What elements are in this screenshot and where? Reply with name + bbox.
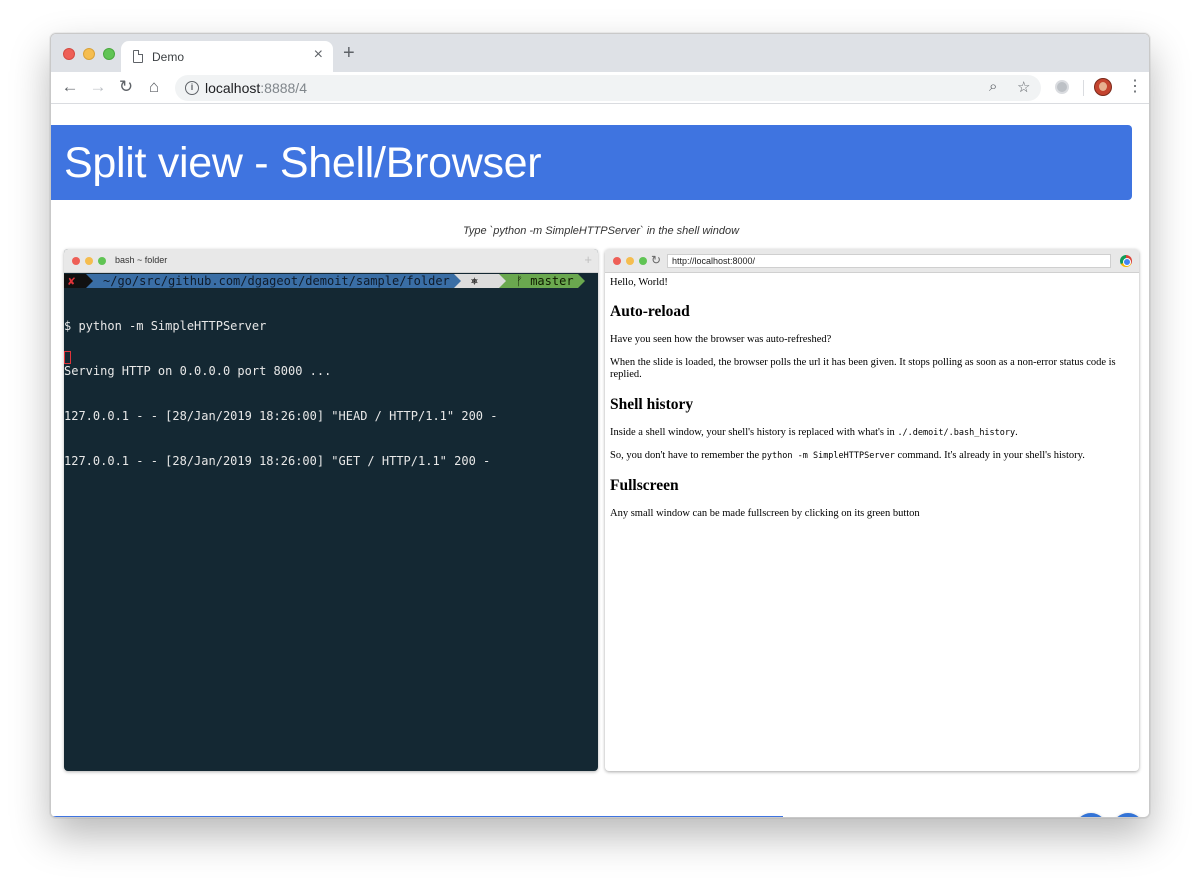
inline-code: ./.demoit/.bash_history [897,428,1016,438]
browser-window: Demo × + ← → ↻ ⌂ i localhost:8888/4 ⌕ ☆ … [50,33,1150,818]
prompt-separator [498,274,506,288]
maximize-window-button[interactable] [103,48,115,60]
slide-page: Split view - Shell/Browser Type `python … [51,105,1149,817]
embedded-reload-icon[interactable]: ↻ [651,253,661,267]
shell-line: Serving HTTP on 0.0.0.0 port 8000 ... [64,364,332,378]
shell-output: $ python -m SimpleHTTPServer Serving HTT… [64,289,497,499]
extension-icon[interactable] [1055,80,1069,94]
shell-prompt: ✘ ~/go/src/github.com/dgageot/demoit/sam… [64,274,585,288]
embedded-fullscreen-button[interactable] [639,257,647,265]
address-url[interactable]: localhost:8888/4 [205,80,307,96]
browser-toolbar: ← → ↻ ⌂ i localhost:8888/4 ⌕ ☆ ⋮ [51,72,1149,104]
heading-fullscreen: Fullscreen [610,477,679,494]
prompt-separator [86,274,93,288]
toolbar-divider [1083,80,1084,96]
inline-code: python -m SimpleHTTPServer [761,451,895,461]
zoom-icon[interactable]: ⌕ [989,78,997,95]
slide-subtitle: Type `python -m SimpleHTTPServer` in the… [462,225,740,237]
paragraph: Any small window can be made fullscreen … [610,508,920,519]
shell-line: 127.0.0.1 - - [28/Jan/2019 18:26:00] "HE… [64,409,498,423]
shell-minimize-button[interactable] [85,257,93,265]
prompt-separator [577,274,585,288]
minimize-window-button[interactable] [83,48,95,60]
profile-avatar[interactable] [1094,78,1112,96]
home-icon[interactable]: ⌂ [143,76,165,98]
git-branch: ᚠ master [505,274,578,288]
embedded-minimize-button[interactable] [626,257,634,265]
slide-title: Split view - Shell/Browser [64,139,542,187]
kubernetes-icon: ⎈ [460,274,499,288]
shell-line: $ python -m SimpleHTTPServer [64,319,267,333]
shell-title: bash ~ folder [115,255,168,265]
prompt-separator [453,274,461,288]
shell-cursor [64,351,71,364]
reload-icon[interactable]: ↻ [115,76,137,98]
embedded-url-field[interactable]: http://localhost:8000/ [667,254,1111,268]
chrome-logo-icon [1120,255,1132,267]
paragraph: Inside a shell window, your shell's hist… [610,427,1018,438]
shell-window[interactable]: bash ~ folder + ✘ ~/go/src/github.com/dg… [64,249,598,771]
embedded-browser-titlebar: ↻ http://localhost:8000/ [605,249,1139,273]
paragraph: When the slide is loaded, the browser po… [610,357,1116,380]
heading-shell-history: Shell history [610,396,694,413]
address-bar[interactable]: i localhost:8888/4 ⌕ ☆ [175,75,1041,101]
tab-strip: Demo × + [51,34,1149,72]
back-arrow-icon[interactable]: ← [59,76,81,98]
heading-auto-reload: Auto-reload [610,303,690,320]
tab-demo[interactable]: Demo × [121,41,333,72]
tab-close-icon[interactable]: × [314,47,323,63]
shell-fullscreen-button[interactable] [98,257,106,265]
shell-window-controls [72,257,106,265]
menu-kebab-icon[interactable]: ⋮ [1127,77,1143,97]
slide-banner: Split view - Shell/Browser [51,125,1132,200]
paragraph: So, you don't have to remember the pytho… [610,450,1085,461]
embedded-window-controls [613,257,647,265]
window-controls [63,48,115,60]
hello-text: Hello, World! [610,277,668,288]
bookmark-star-icon[interactable]: ☆ [1017,78,1030,96]
embedded-close-button[interactable] [613,257,621,265]
close-window-button[interactable] [63,48,75,60]
slide-progress-fill [51,816,783,817]
shell-titlebar: bash ~ folder + [64,249,598,273]
paragraph: Have you seen how the browser was auto-r… [610,334,832,345]
forward-arrow-icon[interactable]: → [87,76,109,98]
error-status-icon: ✘ [64,274,86,288]
embedded-browser-window[interactable]: ↻ http://localhost:8000/ Hello, World! A… [605,249,1139,771]
tab-title: Demo [152,50,185,64]
info-icon[interactable]: i [185,81,199,95]
new-tab-button[interactable]: + [343,43,355,63]
embedded-page-content: Hello, World! Auto-reload Have you seen … [610,277,1134,531]
shell-new-tab-icon[interactable]: + [584,253,592,266]
slide-progress-bar [51,816,1149,817]
shell-line: 127.0.0.1 - - [28/Jan/2019 18:26:00] "GE… [64,454,491,468]
prompt-path: ~/go/src/github.com/dgageot/demoit/sampl… [93,274,454,288]
page-icon [133,50,143,63]
shell-close-button[interactable] [72,257,80,265]
